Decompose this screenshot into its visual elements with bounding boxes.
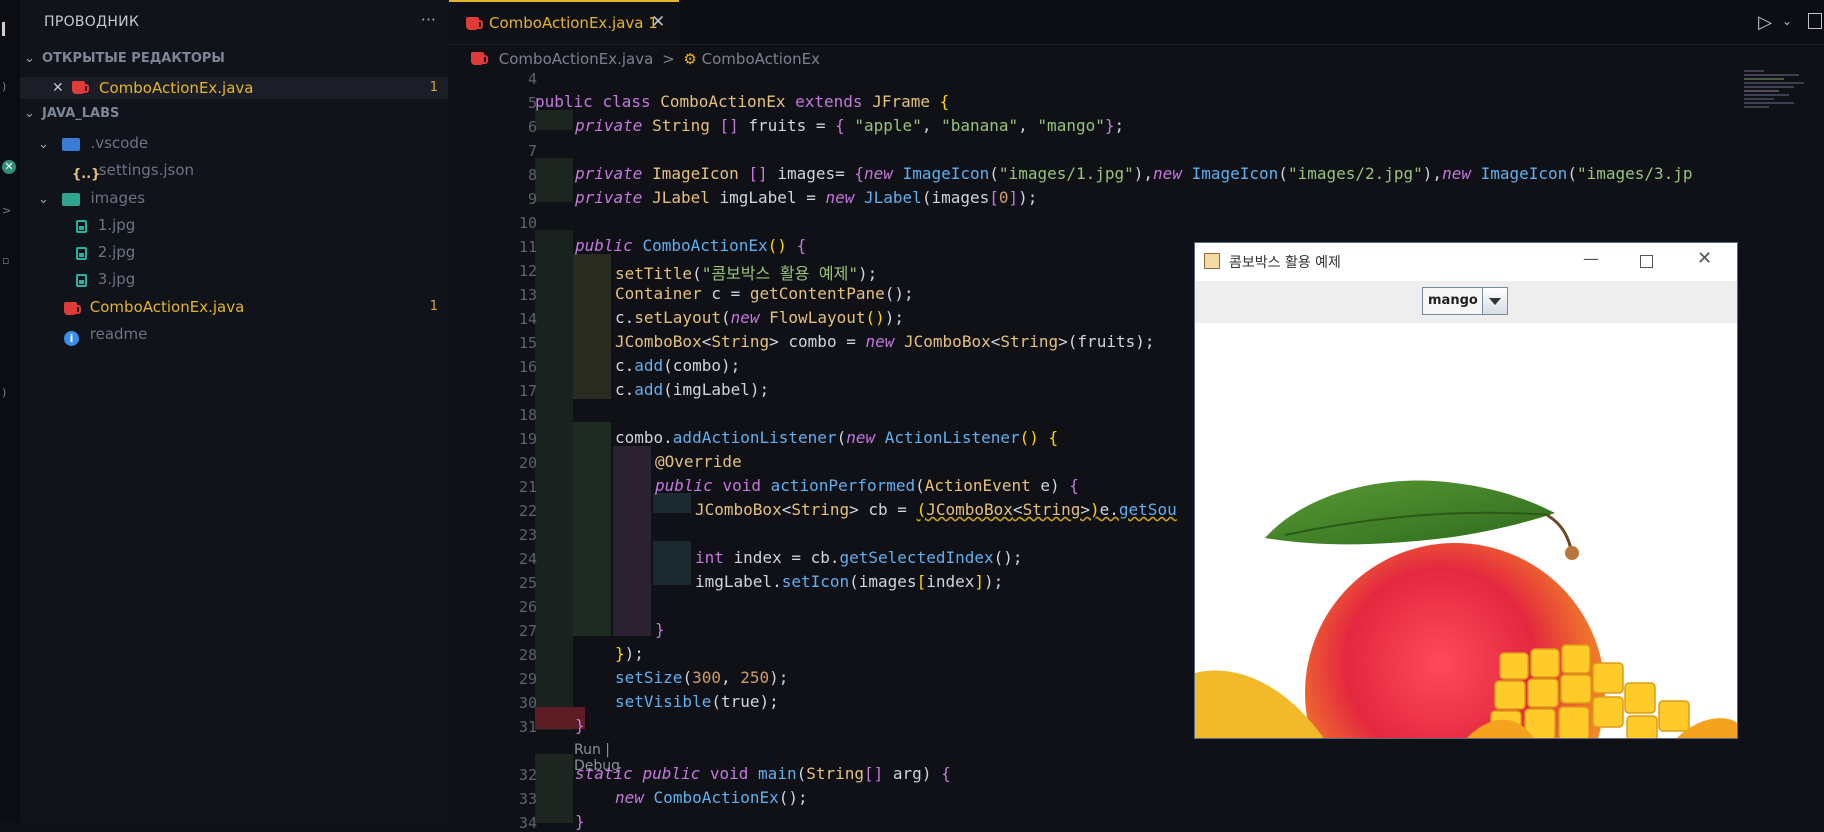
explorer-title: ПРОВОДНИК bbox=[44, 14, 140, 30]
code-line: setTitle("콤보박스 활용 예제"); bbox=[615, 264, 878, 283]
code-line: } bbox=[575, 812, 585, 831]
indent-guide bbox=[573, 254, 611, 399]
run-debug-icon[interactable]: > bbox=[2, 204, 14, 217]
split-editor-icon[interactable] bbox=[1808, 13, 1822, 29]
chevron-down-icon: ⌄ bbox=[38, 137, 49, 152]
account-icon[interactable]: ) bbox=[2, 386, 14, 399]
code-line: } bbox=[655, 620, 665, 639]
code-line: static public void main(String[] arg) { bbox=[575, 764, 951, 783]
image-file-icon bbox=[76, 220, 87, 233]
indent-guide bbox=[535, 158, 573, 202]
window-title: 콤보박스 활용 예제 bbox=[1229, 255, 1341, 271]
tree-item-vscode[interactable]: ⌄ .vscode bbox=[38, 132, 148, 154]
code-line: setVisible(true); bbox=[615, 692, 779, 711]
window-titlebar[interactable]: 콤보박스 활용 예제 — ✕ bbox=[1195, 243, 1737, 281]
image-folder-icon bbox=[61, 193, 80, 206]
tab-bar: ComboActionEx.java 1 ✕ ▷ ⌄ bbox=[449, 0, 1824, 45]
extensions-icon[interactable]: ▫ bbox=[2, 254, 14, 267]
tree-item-images[interactable]: ⌄ images bbox=[38, 187, 145, 209]
code-line: combo.addActionListener(new ActionListen… bbox=[615, 428, 1059, 447]
close-icon[interactable]: ✕ bbox=[651, 12, 665, 32]
tree-item-1jpg[interactable]: 1.jpg bbox=[76, 214, 135, 236]
chevron-down-icon: ⌄ bbox=[24, 106, 35, 121]
tree-item-readme[interactable]: i readme bbox=[64, 323, 147, 346]
java-app-icon bbox=[1204, 253, 1220, 269]
java-file-icon bbox=[72, 81, 89, 94]
combo-panel: mango bbox=[1195, 281, 1737, 323]
image-file-icon bbox=[76, 247, 87, 260]
code-line: c.add(combo); bbox=[615, 356, 741, 375]
tree-item-2jpg[interactable]: 2.jpg bbox=[76, 241, 135, 263]
code-line: public class ComboActionEx extends JFram… bbox=[535, 92, 950, 111]
close-icon[interactable]: ✕ bbox=[1697, 248, 1712, 269]
info-icon: i bbox=[64, 331, 79, 346]
code-line: Container c = getContentPane(); bbox=[615, 284, 914, 303]
activity-bar: ) ✕ > ▫ ) bbox=[0, 0, 20, 823]
java-file-icon bbox=[64, 302, 81, 315]
chevron-down-icon[interactable]: ⌄ bbox=[1782, 14, 1792, 28]
code-line: }); bbox=[615, 644, 644, 663]
code-line: private ImageIcon [] images= {new ImageI… bbox=[575, 164, 1693, 183]
combo-selected-value: mango bbox=[1428, 293, 1478, 308]
code-line: @Override bbox=[655, 452, 742, 471]
image-file-icon bbox=[76, 274, 87, 287]
source-control-icon[interactable]: ✕ bbox=[2, 160, 16, 174]
breadcrumb-symbol[interactable]: ComboActionEx bbox=[702, 50, 820, 68]
code-line: public void actionPerformed(ActionEvent … bbox=[655, 476, 1079, 495]
project-section[interactable]: ⌄ JAVA_LABS bbox=[24, 106, 119, 121]
code-line: c.setLayout(new FlowLayout()); bbox=[615, 308, 905, 327]
dropdown-arrow-icon[interactable] bbox=[1482, 288, 1507, 314]
indent-guide bbox=[653, 541, 691, 585]
open-editor-item[interactable]: ✕ ComboActionEx.java 1 bbox=[20, 77, 448, 99]
minimize-icon[interactable]: — bbox=[1583, 249, 1599, 268]
json-file-icon: {..} bbox=[72, 167, 101, 182]
java-window: 콤보박스 활용 예제 — ✕ mango bbox=[1194, 242, 1738, 739]
java-file-icon bbox=[471, 52, 488, 65]
more-actions-icon[interactable]: ··· bbox=[421, 10, 436, 29]
code-line: private String [] fruits = { "apple", "b… bbox=[575, 116, 1125, 135]
java-file-icon bbox=[466, 17, 483, 30]
breadcrumb-file[interactable]: ComboActionEx.java bbox=[499, 50, 654, 68]
close-icon[interactable]: ✕ bbox=[52, 77, 64, 99]
tree-item-3jpg[interactable]: 3.jpg bbox=[76, 268, 135, 290]
problem-badge: 1 bbox=[429, 80, 438, 95]
open-editors-section[interactable]: ⌄ ОТКРЫТЫЕ РЕДАКТОРЫ bbox=[24, 51, 225, 66]
code-line: JComboBox<String> cb = (JComboBox<String… bbox=[695, 500, 1177, 519]
run-icon[interactable]: ▷ bbox=[1758, 12, 1772, 33]
explorer-indicator bbox=[2, 22, 5, 36]
maximize-icon[interactable] bbox=[1640, 255, 1653, 268]
code-line: JComboBox<String> combo = new JComboBox<… bbox=[615, 332, 1155, 351]
indent-guide bbox=[613, 446, 651, 636]
code-line: int index = cb.getSelectedIndex(); bbox=[695, 548, 1023, 567]
mango-image bbox=[1195, 480, 1737, 738]
explorer-sidebar: ПРОВОДНИК ··· ⌄ ОТКРЫТЫЕ РЕДАКТОРЫ ✕ Comb… bbox=[20, 0, 448, 823]
indent-guide bbox=[535, 230, 573, 730]
folder-icon bbox=[61, 138, 80, 151]
code-line: private JLabel imgLabel = new JLabel(ima… bbox=[575, 188, 1038, 207]
indent-guide bbox=[653, 493, 691, 513]
indent-guide bbox=[573, 422, 611, 636]
tree-item-settings[interactable]: {..} settings.json bbox=[72, 159, 194, 182]
chevron-down-icon: ⌄ bbox=[38, 192, 49, 207]
code-line: c.add(imgLabel); bbox=[615, 380, 770, 399]
image-label bbox=[1195, 323, 1737, 738]
problem-badge: 1 bbox=[429, 299, 438, 314]
indent-guide bbox=[535, 110, 573, 130]
code-line: } bbox=[575, 716, 585, 735]
fruit-combobox[interactable]: mango bbox=[1422, 287, 1508, 315]
breadcrumb: ComboActionEx.java > ⚙ ComboActionEx bbox=[471, 50, 820, 68]
search-icon[interactable]: ) bbox=[2, 80, 14, 93]
code-line: public ComboActionEx() { bbox=[575, 236, 807, 255]
tab-comboactionex[interactable]: ComboActionEx.java 1 ✕ bbox=[449, 0, 679, 44]
class-symbol-icon: ⚙ bbox=[683, 50, 697, 68]
minimap[interactable] bbox=[1744, 70, 1814, 140]
tree-item-comboactionex[interactable]: ComboActionEx.java 1 bbox=[64, 296, 448, 318]
chevron-down-icon: ⌄ bbox=[24, 51, 35, 66]
code-line: new ComboActionEx(); bbox=[615, 788, 808, 807]
indent-guide bbox=[535, 754, 573, 823]
code-line: setSize(300, 250); bbox=[615, 668, 789, 687]
code-line: imgLabel.setIcon(images[index]); bbox=[695, 572, 1004, 591]
